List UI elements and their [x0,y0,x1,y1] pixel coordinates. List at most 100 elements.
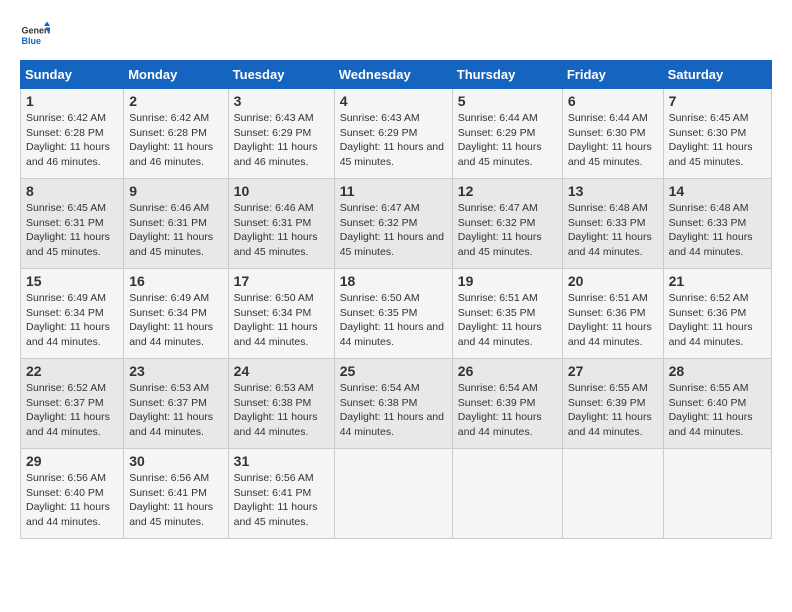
calendar-cell: 17 Sunrise: 6:50 AMSunset: 6:34 PMDaylig… [228,269,334,359]
calendar-cell: 13 Sunrise: 6:48 AMSunset: 6:33 PMDaylig… [562,179,663,269]
day-number: 23 [129,363,222,379]
calendar-cell: 25 Sunrise: 6:54 AMSunset: 6:38 PMDaylig… [334,359,452,449]
calendar-cell: 19 Sunrise: 6:51 AMSunset: 6:35 PMDaylig… [452,269,562,359]
calendar-cell: 6 Sunrise: 6:44 AMSunset: 6:30 PMDayligh… [562,89,663,179]
logo: General Blue [20,20,50,50]
day-number: 20 [568,273,658,289]
calendar-cell: 7 Sunrise: 6:45 AMSunset: 6:30 PMDayligh… [663,89,771,179]
day-info: Sunrise: 6:51 AMSunset: 6:36 PMDaylight:… [568,292,652,348]
calendar-cell: 11 Sunrise: 6:47 AMSunset: 6:32 PMDaylig… [334,179,452,269]
calendar-cell: 20 Sunrise: 6:51 AMSunset: 6:36 PMDaylig… [562,269,663,359]
day-info: Sunrise: 6:45 AMSunset: 6:30 PMDaylight:… [669,112,753,168]
col-header-friday: Friday [562,61,663,89]
day-number: 8 [26,183,118,199]
col-header-saturday: Saturday [663,61,771,89]
calendar-cell: 9 Sunrise: 6:46 AMSunset: 6:31 PMDayligh… [124,179,228,269]
day-number: 1 [26,93,118,109]
calendar-cell [334,449,452,539]
day-info: Sunrise: 6:55 AMSunset: 6:40 PMDaylight:… [669,382,753,438]
calendar-cell: 10 Sunrise: 6:46 AMSunset: 6:31 PMDaylig… [228,179,334,269]
day-number: 30 [129,453,222,469]
day-info: Sunrise: 6:44 AMSunset: 6:29 PMDaylight:… [458,112,542,168]
calendar-cell: 30 Sunrise: 6:56 AMSunset: 6:41 PMDaylig… [124,449,228,539]
calendar-cell: 21 Sunrise: 6:52 AMSunset: 6:36 PMDaylig… [663,269,771,359]
day-number: 14 [669,183,766,199]
day-number: 13 [568,183,658,199]
week-row-1: 1 Sunrise: 6:42 AMSunset: 6:28 PMDayligh… [21,89,772,179]
day-info: Sunrise: 6:51 AMSunset: 6:35 PMDaylight:… [458,292,542,348]
calendar-cell: 4 Sunrise: 6:43 AMSunset: 6:29 PMDayligh… [334,89,452,179]
day-number: 2 [129,93,222,109]
header-row: SundayMondayTuesdayWednesdayThursdayFrid… [21,61,772,89]
day-number: 12 [458,183,557,199]
calendar-cell: 18 Sunrise: 6:50 AMSunset: 6:35 PMDaylig… [334,269,452,359]
calendar-cell: 12 Sunrise: 6:47 AMSunset: 6:32 PMDaylig… [452,179,562,269]
logo-icon: General Blue [20,20,50,50]
day-number: 27 [568,363,658,379]
day-number: 24 [234,363,329,379]
day-number: 31 [234,453,329,469]
week-row-3: 15 Sunrise: 6:49 AMSunset: 6:34 PMDaylig… [21,269,772,359]
day-info: Sunrise: 6:56 AMSunset: 6:41 PMDaylight:… [129,472,213,528]
day-number: 4 [340,93,447,109]
day-info: Sunrise: 6:54 AMSunset: 6:39 PMDaylight:… [458,382,542,438]
day-number: 5 [458,93,557,109]
calendar-cell: 24 Sunrise: 6:53 AMSunset: 6:38 PMDaylig… [228,359,334,449]
col-header-sunday: Sunday [21,61,124,89]
col-header-monday: Monday [124,61,228,89]
day-number: 19 [458,273,557,289]
calendar-cell: 27 Sunrise: 6:55 AMSunset: 6:39 PMDaylig… [562,359,663,449]
day-info: Sunrise: 6:54 AMSunset: 6:38 PMDaylight:… [340,382,444,438]
calendar-cell: 23 Sunrise: 6:53 AMSunset: 6:37 PMDaylig… [124,359,228,449]
day-info: Sunrise: 6:49 AMSunset: 6:34 PMDaylight:… [26,292,110,348]
calendar-table: SundayMondayTuesdayWednesdayThursdayFrid… [20,60,772,539]
calendar-cell [663,449,771,539]
calendar-cell: 15 Sunrise: 6:49 AMSunset: 6:34 PMDaylig… [21,269,124,359]
calendar-cell: 1 Sunrise: 6:42 AMSunset: 6:28 PMDayligh… [21,89,124,179]
svg-text:General: General [22,26,51,36]
day-number: 7 [669,93,766,109]
day-info: Sunrise: 6:43 AMSunset: 6:29 PMDaylight:… [340,112,444,168]
day-number: 6 [568,93,658,109]
week-row-5: 29 Sunrise: 6:56 AMSunset: 6:40 PMDaylig… [21,449,772,539]
day-info: Sunrise: 6:45 AMSunset: 6:31 PMDaylight:… [26,202,110,258]
day-info: Sunrise: 6:56 AMSunset: 6:41 PMDaylight:… [234,472,318,528]
svg-text:Blue: Blue [22,36,42,46]
day-number: 3 [234,93,329,109]
calendar-cell: 29 Sunrise: 6:56 AMSunset: 6:40 PMDaylig… [21,449,124,539]
day-info: Sunrise: 6:42 AMSunset: 6:28 PMDaylight:… [26,112,110,168]
calendar-cell [562,449,663,539]
week-row-2: 8 Sunrise: 6:45 AMSunset: 6:31 PMDayligh… [21,179,772,269]
calendar-cell [452,449,562,539]
day-number: 18 [340,273,447,289]
day-info: Sunrise: 6:50 AMSunset: 6:34 PMDaylight:… [234,292,318,348]
day-number: 11 [340,183,447,199]
calendar-cell: 26 Sunrise: 6:54 AMSunset: 6:39 PMDaylig… [452,359,562,449]
day-number: 26 [458,363,557,379]
calendar-cell: 5 Sunrise: 6:44 AMSunset: 6:29 PMDayligh… [452,89,562,179]
day-number: 10 [234,183,329,199]
day-info: Sunrise: 6:44 AMSunset: 6:30 PMDaylight:… [568,112,652,168]
day-info: Sunrise: 6:49 AMSunset: 6:34 PMDaylight:… [129,292,213,348]
day-info: Sunrise: 6:47 AMSunset: 6:32 PMDaylight:… [458,202,542,258]
day-number: 22 [26,363,118,379]
day-number: 9 [129,183,222,199]
calendar-cell: 28 Sunrise: 6:55 AMSunset: 6:40 PMDaylig… [663,359,771,449]
calendar-cell: 14 Sunrise: 6:48 AMSunset: 6:33 PMDaylig… [663,179,771,269]
calendar-cell: 3 Sunrise: 6:43 AMSunset: 6:29 PMDayligh… [228,89,334,179]
day-info: Sunrise: 6:52 AMSunset: 6:37 PMDaylight:… [26,382,110,438]
calendar-cell: 2 Sunrise: 6:42 AMSunset: 6:28 PMDayligh… [124,89,228,179]
col-header-tuesday: Tuesday [228,61,334,89]
day-info: Sunrise: 6:50 AMSunset: 6:35 PMDaylight:… [340,292,444,348]
calendar-cell: 8 Sunrise: 6:45 AMSunset: 6:31 PMDayligh… [21,179,124,269]
day-number: 16 [129,273,222,289]
day-info: Sunrise: 6:48 AMSunset: 6:33 PMDaylight:… [669,202,753,258]
day-info: Sunrise: 6:47 AMSunset: 6:32 PMDaylight:… [340,202,444,258]
day-number: 15 [26,273,118,289]
day-info: Sunrise: 6:56 AMSunset: 6:40 PMDaylight:… [26,472,110,528]
day-info: Sunrise: 6:43 AMSunset: 6:29 PMDaylight:… [234,112,318,168]
day-number: 29 [26,453,118,469]
day-number: 28 [669,363,766,379]
day-info: Sunrise: 6:42 AMSunset: 6:28 PMDaylight:… [129,112,213,168]
calendar-cell: 22 Sunrise: 6:52 AMSunset: 6:37 PMDaylig… [21,359,124,449]
